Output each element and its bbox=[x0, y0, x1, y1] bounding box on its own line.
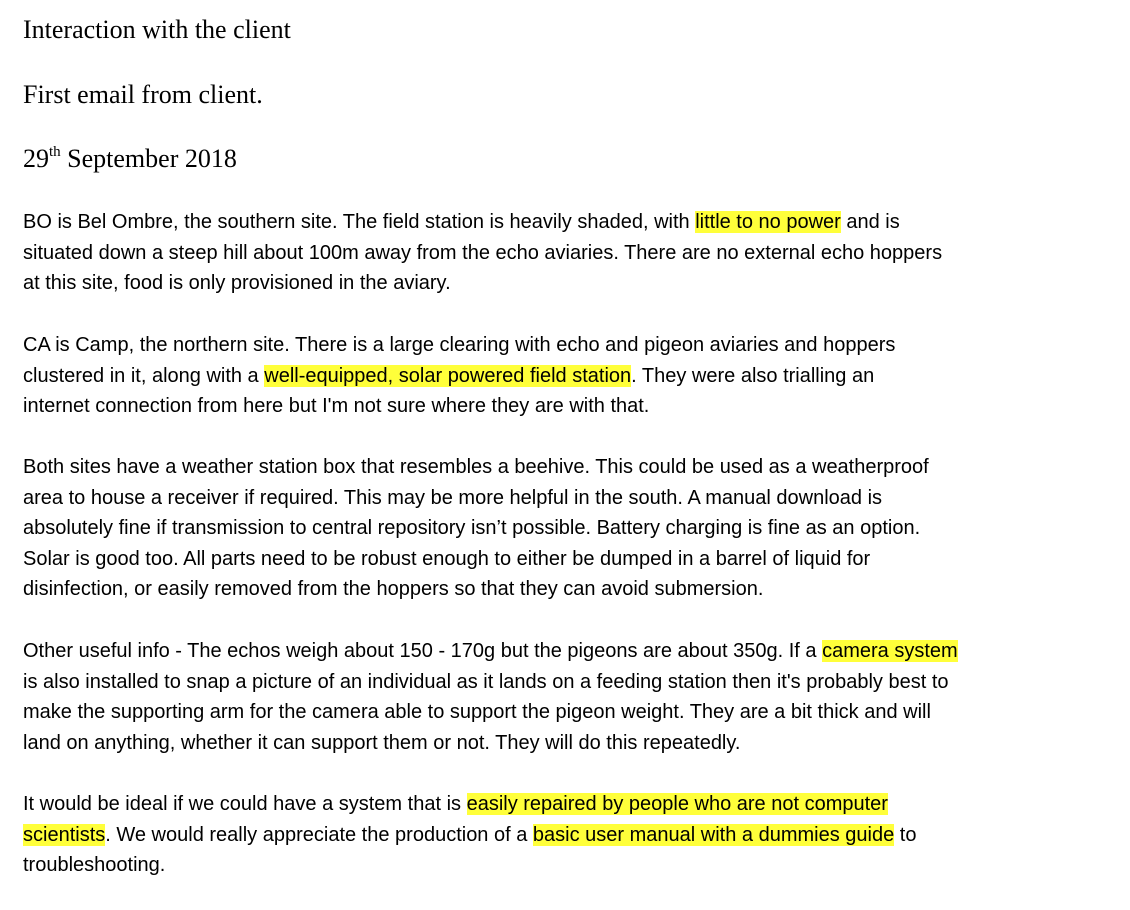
text-line: Other useful info - The echos weigh abou… bbox=[23, 636, 958, 667]
text-line: internet connection from here but I'm no… bbox=[23, 395, 650, 417]
highlighted-text: well-equipped, solar powered field stati… bbox=[264, 364, 632, 387]
text-line: at this site, food is only provisioned i… bbox=[23, 272, 451, 294]
text-run: . They were also trialling an bbox=[631, 364, 875, 387]
paragraph-both-sites: Both sites have a weather station box th… bbox=[23, 452, 929, 605]
text-line: area to house a receiver if required. Th… bbox=[23, 486, 883, 509]
text-line: BO is Bel Ombre, the southern site. The … bbox=[23, 207, 942, 238]
date-month-year: September 2018 bbox=[60, 144, 237, 173]
text-run: . We would really appreciate the product… bbox=[105, 823, 533, 846]
text-run: clustered in it, along with a bbox=[23, 364, 265, 387]
highlighted-text: little to no power bbox=[695, 211, 841, 233]
text-line: Solar is good too. All parts need to be … bbox=[23, 547, 871, 570]
text-line: make the supporting arm for the camera a… bbox=[23, 701, 931, 723]
highlighted-text: easily repaired by people who are not co… bbox=[466, 793, 888, 815]
email-date: 29th September 2018 bbox=[23, 144, 237, 174]
date-ordinal-suffix: th bbox=[49, 144, 61, 160]
text-line: is also installed to snap a picture of a… bbox=[23, 670, 949, 693]
text-line: scientists. We would really appreciate t… bbox=[23, 820, 916, 851]
text-run: and is bbox=[840, 211, 900, 233]
text-line: Both sites have a weather station box th… bbox=[23, 456, 929, 478]
paragraph-camp: CA is Camp, the northern site. There is … bbox=[23, 330, 895, 422]
text-run: It would be ideal if we could have a sys… bbox=[23, 793, 467, 815]
text-line: troubleshooting. bbox=[23, 854, 166, 876]
document-title: Interaction with the client bbox=[23, 15, 291, 44]
document-subtitle: First email from client. bbox=[23, 80, 263, 109]
text-run: Other useful info - The echos weigh abou… bbox=[23, 640, 823, 662]
highlighted-text: camera system bbox=[822, 640, 958, 662]
text-line: absolutely fine if transmission to centr… bbox=[23, 517, 921, 539]
date-day: 29 bbox=[23, 144, 49, 173]
paragraph-other-info: Other useful info - The echos weigh abou… bbox=[23, 636, 958, 758]
text-run: BO is Bel Ombre, the southern site. The … bbox=[23, 211, 696, 233]
text-line: disinfection, or easily removed from the… bbox=[23, 578, 764, 600]
paragraph-ideal-system: It would be ideal if we could have a sys… bbox=[23, 789, 916, 881]
text-line: It would be ideal if we could have a sys… bbox=[23, 789, 916, 820]
highlighted-text: scientists bbox=[23, 823, 106, 846]
text-line: CA is Camp, the northern site. There is … bbox=[23, 334, 896, 356]
text-line: situated down a steep hill about 100m aw… bbox=[23, 241, 943, 264]
paragraph-bel-ombre: BO is Bel Ombre, the southern site. The … bbox=[23, 207, 942, 299]
highlighted-text: basic user manual with a dummies guide bbox=[532, 823, 895, 846]
text-line: clustered in it, along with a well-equip… bbox=[23, 361, 895, 392]
text-line: land on anything, whether it can support… bbox=[23, 731, 741, 754]
text-run: to bbox=[894, 823, 917, 846]
